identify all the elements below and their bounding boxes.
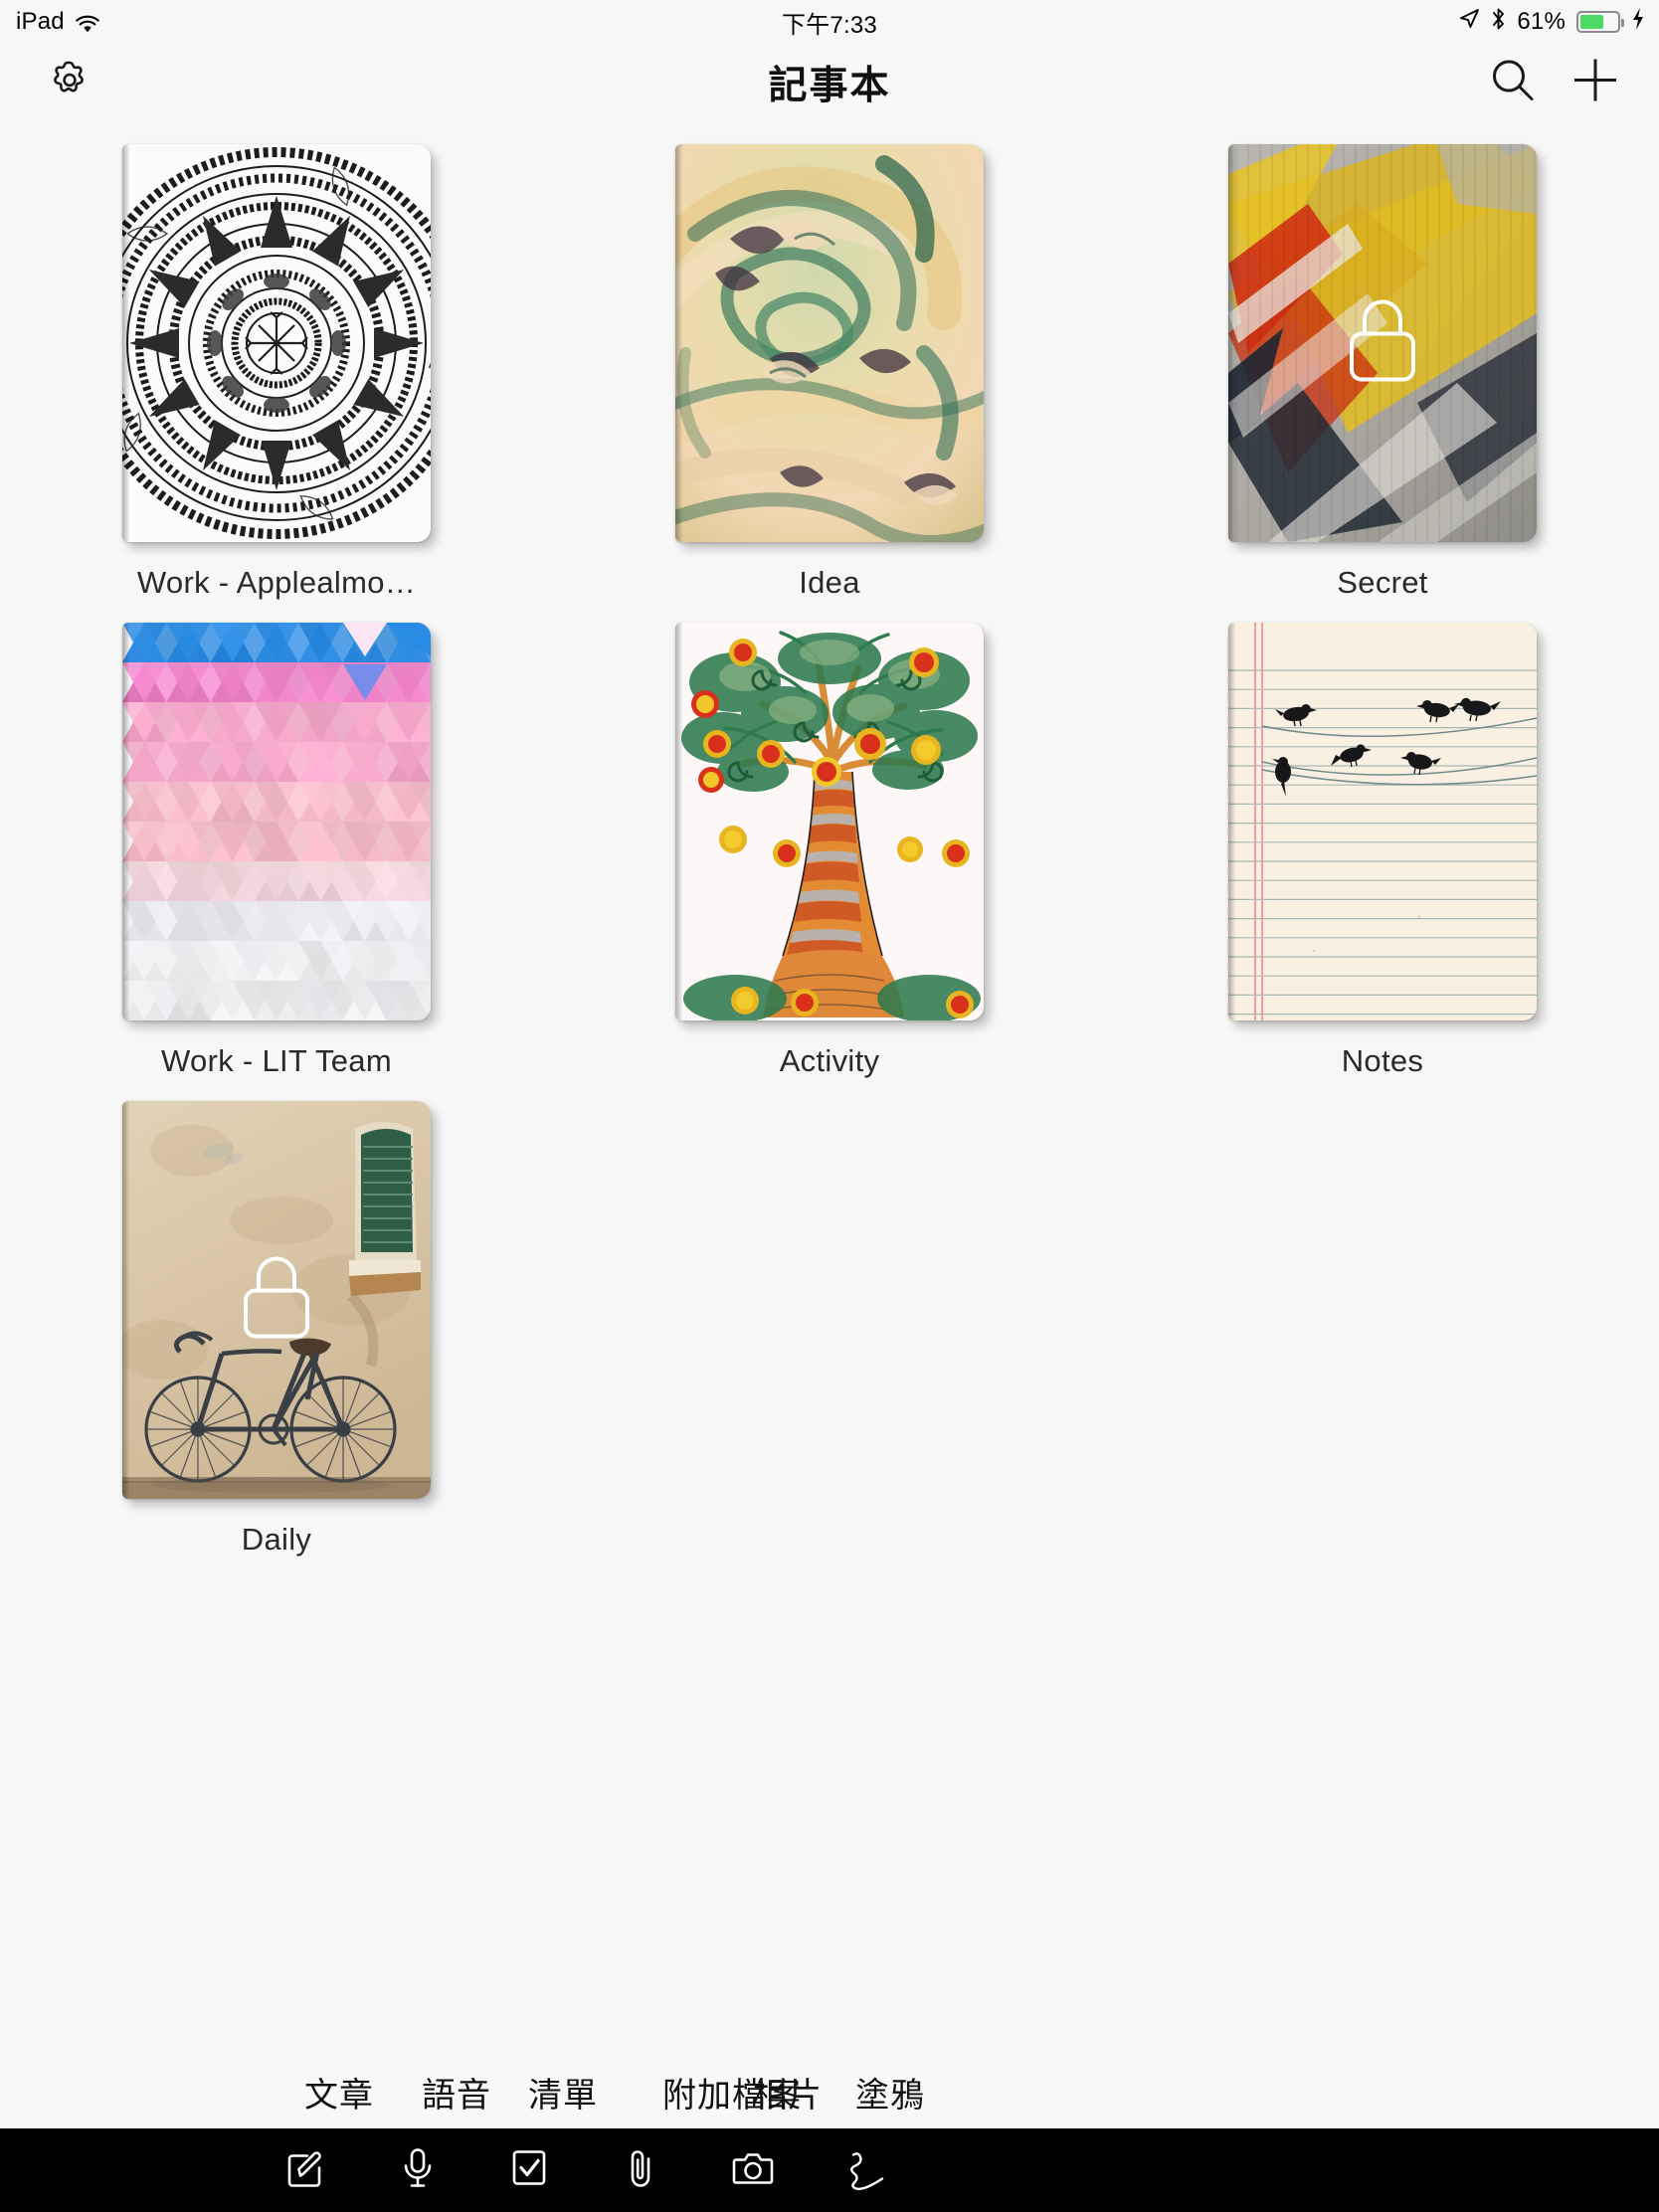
notebook-item[interactable]: Idea [553, 144, 1106, 601]
toolbar-label-doodle: 塗鴉 [855, 2076, 925, 2115]
notebook-cover-tree[interactable] [675, 623, 984, 1020]
mic-icon [404, 2148, 432, 2187]
book-spine [122, 623, 129, 1020]
book-spine [675, 144, 682, 542]
doodle-button[interactable] [841, 2145, 887, 2196]
lock-icon [240, 1255, 313, 1346]
page-title: 記事本 [768, 64, 891, 107]
notebook-title: Secret [1337, 565, 1428, 600]
notebook-item[interactable]: Work - Applealmo… [0, 144, 553, 601]
toolbar-label-photo: 相片 [753, 2076, 823, 2115]
notebook-title: Notes [1341, 1043, 1424, 1078]
search-icon [1493, 60, 1534, 100]
notebook-app-screen: iPad 下午7:33 61% 記事本 Work - Applealmo… Id… [0, 0, 1659, 2212]
notebook-title: Activity [779, 1043, 880, 1078]
notebook-item[interactable]: Daily [0, 1101, 553, 1558]
battery-percent-label: 61% [1517, 8, 1566, 35]
toolbar-label-voice: 語音 [422, 2076, 491, 2115]
bluetooth-icon [1491, 7, 1506, 38]
paperclip-icon [631, 2150, 650, 2187]
cover-art [1228, 623, 1537, 1020]
notebook-cover-mandala[interactable] [122, 144, 431, 542]
cover-art [675, 623, 984, 1020]
book-spine [675, 623, 682, 1020]
book-spine [1228, 623, 1235, 1020]
scribble-icon [850, 2152, 884, 2190]
compose-icon [287, 2151, 321, 2187]
book-spine [1228, 144, 1235, 542]
notebook-item[interactable]: Activity [553, 623, 1106, 1079]
notebook-grid: Work - Applealmo… Idea Secret Work - LIT… [0, 144, 1659, 1558]
cover-art [122, 144, 431, 542]
status-bar: iPad 下午7:33 61% [0, 0, 1659, 44]
attachment-button[interactable] [619, 2145, 664, 2196]
status-bar-right: 61% [1458, 7, 1645, 38]
camera-button[interactable] [730, 2145, 776, 2196]
notebook-item[interactable]: Secret [1106, 144, 1659, 601]
notebook-title: Idea [799, 565, 860, 600]
plus-icon [1574, 59, 1616, 100]
toolbar-labels: 文章 語音 清單 附加檔案 相片 塗鴉 [0, 2055, 1659, 2128]
checklist-icon [512, 2150, 546, 2185]
checklist-button[interactable] [506, 2145, 552, 2196]
notebook-cover-abstract[interactable] [1228, 144, 1537, 542]
camera-icon [732, 2153, 774, 2184]
notebook-cover-linedpaper[interactable] [1228, 623, 1537, 1020]
voice-record-button[interactable] [395, 2145, 441, 2196]
notebook-cover-lowpoly[interactable] [122, 623, 431, 1020]
notebook-item[interactable]: Work - LIT Team [0, 623, 553, 1079]
cover-art [122, 623, 431, 1020]
notebook-cover-watercolor[interactable] [675, 144, 984, 542]
cover-art [675, 144, 984, 542]
book-spine [122, 1101, 129, 1499]
navigation-actions [1488, 54, 1621, 110]
battery-icon [1576, 11, 1624, 33]
navigation-bar: 記事本 [0, 44, 1659, 120]
notebook-cover-bicycle[interactable] [122, 1101, 431, 1499]
lightning-bolt-icon [1631, 7, 1645, 38]
toolbar-label-text: 文章 [304, 2076, 374, 2115]
notebook-item[interactable]: Notes [1106, 623, 1659, 1079]
notebook-title: Work - Applealmo… [136, 565, 417, 600]
book-spine [122, 144, 129, 542]
location-arrow-icon [1458, 8, 1480, 37]
status-bar-clock: 下午7:33 [782, 11, 877, 39]
add-notebook-button[interactable] [1569, 54, 1621, 110]
notebook-title: Daily [241, 1522, 312, 1557]
notebook-title: Work - LIT Team [161, 1043, 392, 1078]
compose-button[interactable] [281, 2145, 327, 2196]
toolbar-label-checklist: 清單 [528, 2076, 598, 2115]
search-button[interactable] [1488, 55, 1538, 109]
lock-icon [1346, 298, 1419, 389]
bottom-dock [0, 2128, 1659, 2212]
